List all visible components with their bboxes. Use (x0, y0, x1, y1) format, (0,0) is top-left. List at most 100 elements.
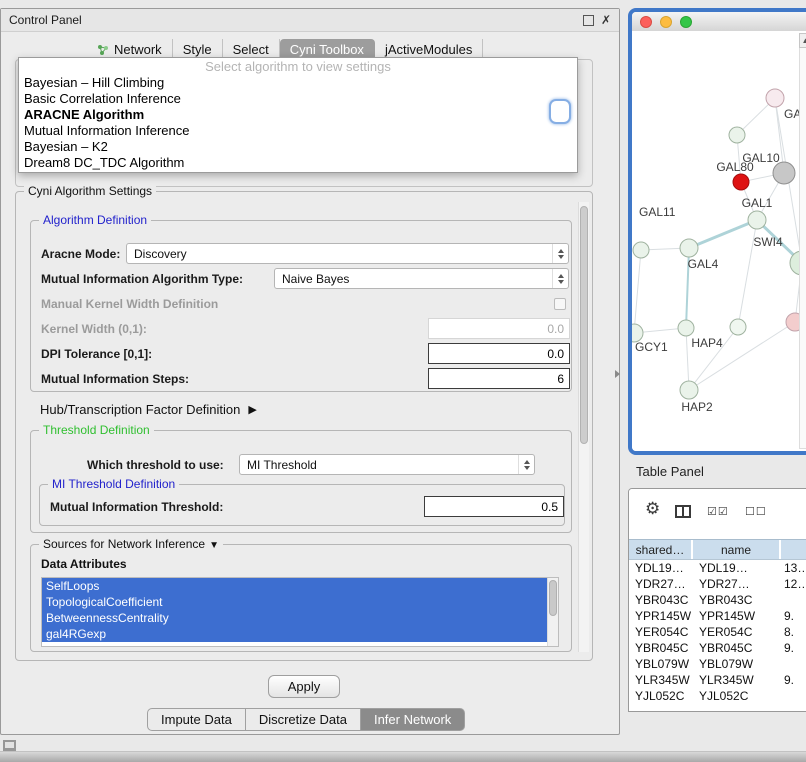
table-cell: YPR145W (629, 609, 693, 623)
expand-down-icon: ▼ (209, 540, 219, 551)
bottom-tab-discretize-data[interactable]: Discretize Data (246, 708, 361, 731)
close-traffic-light-icon[interactable] (640, 16, 652, 28)
network-node[interactable] (766, 89, 784, 107)
algorithm-option[interactable]: Mutual Information Inference (19, 123, 577, 139)
algorithm-option[interactable]: Basic Correlation Inference (19, 91, 577, 107)
manual-kernel-checkbox[interactable] (554, 298, 566, 310)
table-panel-title: Table Panel (636, 464, 704, 479)
aracne-mode-select[interactable]: Discovery (126, 243, 569, 264)
network-node-label: GAL11 (639, 205, 676, 219)
algorithm-option[interactable]: ARACNE Algorithm (19, 107, 577, 123)
table-cell: YBR043C (693, 593, 781, 607)
gear-icon[interactable]: ⚙ (645, 499, 660, 519)
deselect-all-checkboxes-icon[interactable]: ☐☐ (745, 505, 767, 518)
mi-type-value: Naive Bayes (282, 272, 349, 286)
table-cell: 8. (781, 625, 806, 639)
table-cell: YDL19… (629, 561, 693, 575)
network-node[interactable] (773, 162, 795, 184)
attribute-item[interactable]: BetweennessCentrality (42, 610, 547, 626)
control-panel-title: Control Panel (9, 13, 82, 27)
table-row[interactable]: YPR145WYPR145W9. (629, 608, 806, 624)
table-cell: YBR045C (693, 641, 781, 655)
table-cell: YJL052C (629, 689, 693, 703)
apply-button[interactable]: Apply (268, 675, 340, 698)
hub-section-toggle[interactable]: Hub/Transcription Factor Definition ▶ (40, 402, 257, 417)
control-panel-titlebar[interactable]: Control Panel ✗ (1, 9, 619, 32)
float-window-icon[interactable] (583, 15, 594, 26)
minimize-traffic-light-icon[interactable] (660, 16, 672, 28)
network-scroll-up-icon[interactable]: ▲ (799, 33, 806, 48)
table-row[interactable]: YBR045CYBR045C9. (629, 640, 806, 656)
sources-toggle[interactable]: Sources for Network Inference▼ (39, 537, 223, 551)
attributes-scrollbar[interactable] (547, 578, 558, 646)
cyni-algorithm-settings-group: Cyni Algorithm Settings Algorithm Defini… (15, 191, 593, 661)
table-row[interactable]: YDL19…YDL19…13… (629, 560, 806, 576)
network-canvas-container[interactable]: GAL80GAL10GALGAL11GAL1SWI4GAL4GCY1HAP4HA… (632, 31, 806, 451)
mi-threshold-group: MI Threshold Definition Mutual Informati… (39, 484, 565, 526)
network-node[interactable] (680, 381, 698, 399)
dpi-tolerance-field[interactable] (428, 343, 570, 364)
network-window-titlebar[interactable] (632, 12, 806, 32)
splitter-collapse-icon[interactable] (615, 370, 620, 378)
column-header-partial[interactable] (781, 540, 806, 559)
network-node[interactable] (729, 127, 745, 143)
table-cell: YDR27… (629, 577, 693, 591)
mi-threshold-group-title: MI Threshold Definition (48, 477, 179, 491)
settings-group-title: Cyni Algorithm Settings (24, 184, 156, 198)
network-node[interactable] (730, 319, 746, 335)
table-toolbar: ⚙ ☑☑ ☐☐ (629, 489, 806, 539)
table-row[interactable]: YLR345WYLR345W9. (629, 672, 806, 688)
attribute-item[interactable]: TopologicalCoefficient (42, 594, 547, 610)
algorithm-definition-title: Algorithm Definition (39, 213, 151, 227)
network-scrollbar[interactable] (799, 33, 806, 449)
table-row[interactable]: YDR27…YDR27…12… (629, 576, 806, 592)
network-node[interactable] (678, 320, 694, 336)
zoom-traffic-light-icon[interactable] (680, 16, 692, 28)
table-cell: YBL079W (629, 657, 693, 671)
focused-spinner-control[interactable] (549, 99, 571, 124)
table-cell: YDL19… (693, 561, 781, 575)
network-node[interactable] (733, 174, 749, 190)
kernel-width-field[interactable] (428, 318, 570, 339)
algorithm-dropdown-list: Bayesian – Hill ClimbingBasic Correlatio… (19, 75, 577, 171)
network-node[interactable] (680, 239, 698, 257)
attribute-item[interactable]: gal4RGexp (42, 626, 547, 642)
table-row[interactable]: YJL052CYJL052C (629, 688, 806, 704)
table-cell: YPR145W (693, 609, 781, 623)
column-header-shared-name[interactable]: shared… (629, 540, 693, 559)
settings-scrollbar[interactable] (578, 202, 589, 652)
column-header-name[interactable]: name (693, 540, 781, 559)
close-icon[interactable]: ✗ (601, 14, 611, 26)
table-cell: 9. (781, 673, 806, 687)
network-canvas[interactable]: GAL80GAL10GALGAL11GAL1SWI4GAL4GCY1HAP4HA… (632, 31, 806, 451)
network-node[interactable] (748, 211, 766, 229)
algorithm-option[interactable]: Dream8 DC_TDC Algorithm (19, 155, 577, 171)
table-row[interactable]: YER054CYER054C8. (629, 624, 806, 640)
attr-items: SelfLoopsTopologicalCoefficientBetweenne… (42, 578, 558, 642)
attribute-item[interactable]: SelfLoops (42, 578, 547, 594)
select-all-checkboxes-icon[interactable]: ☑☑ (707, 505, 729, 518)
which-threshold-select[interactable]: MI Threshold (239, 454, 535, 475)
attributes-scrollbar-thumb[interactable] (549, 580, 557, 616)
settings-scrollbar-thumb[interactable] (580, 206, 588, 444)
mi-steps-field[interactable] (428, 368, 570, 389)
table-cell: YJL052C (693, 689, 781, 703)
columns-icon[interactable] (675, 505, 691, 518)
network-node[interactable] (633, 242, 649, 258)
mi-threshold-field[interactable] (424, 496, 564, 517)
bottom-tab-infer-network[interactable]: Infer Network (361, 708, 465, 731)
which-threshold-label: Which threshold to use: (87, 458, 224, 472)
combo-arrows-icon (552, 269, 568, 288)
mi-type-select[interactable]: Naive Bayes (274, 268, 569, 289)
table-row[interactable]: YBR043CYBR043C (629, 592, 806, 608)
algorithm-option[interactable]: Bayesian – K2 (19, 139, 577, 155)
manual-kernel-label: Manual Kernel Width Definition (41, 297, 218, 311)
table-row[interactable]: YBL079WYBL079W (629, 656, 806, 672)
tab-label: Network (114, 42, 162, 57)
bottom-tab-impute-data[interactable]: Impute Data (147, 708, 246, 731)
tab-label: jActiveModules (385, 42, 472, 57)
data-attributes-list[interactable]: SelfLoopsTopologicalCoefficientBetweenne… (41, 577, 559, 647)
network-tab-icon (97, 44, 109, 56)
algorithm-option[interactable]: Bayesian – Hill Climbing (19, 75, 577, 91)
table-cell: YBR045C (629, 641, 693, 655)
